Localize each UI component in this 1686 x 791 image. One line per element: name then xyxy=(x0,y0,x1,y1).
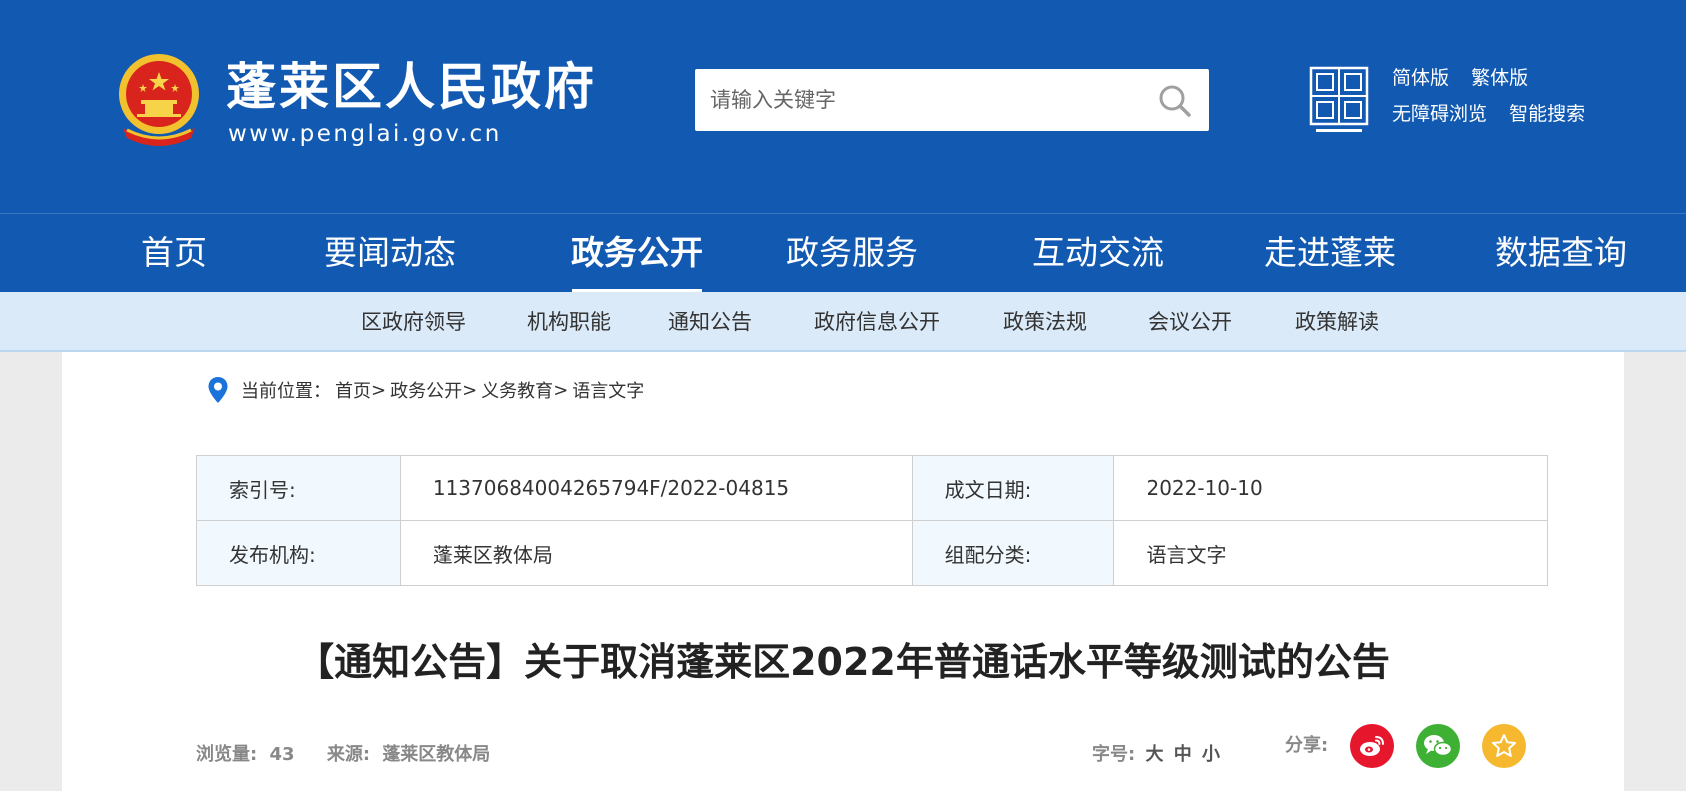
site-title: 蓬莱区人民政府 xyxy=(226,58,597,116)
subnav-item-policy-interpretation[interactable]: 政策解读 xyxy=(1295,292,1379,352)
date-label: 成文日期: xyxy=(911,455,1115,521)
table-row: 发布机构: 蓬莱区教体局 组配分类: 语言文字 xyxy=(196,520,1548,586)
nav-item-home[interactable]: 首页 xyxy=(74,214,274,293)
breadcrumb-home[interactable]: 首页 xyxy=(335,377,371,403)
font-size-medium-button[interactable]: 中 xyxy=(1174,744,1192,765)
accessibility-link[interactable]: 无障碍浏览 xyxy=(1392,103,1487,125)
share-label: 分享: xyxy=(1285,735,1329,756)
subnav-item-policies[interactable]: 政策法规 xyxy=(1003,292,1087,352)
yantai-china-seal-icon xyxy=(1309,66,1369,132)
breadcrumb-compulsory-education[interactable]: 义务教育 xyxy=(481,377,553,403)
font-size-small-button[interactable]: 小 xyxy=(1202,744,1220,765)
category-value: 语言文字 xyxy=(1113,520,1548,586)
breadcrumb-separator: > xyxy=(462,379,478,401)
nav-item-interaction[interactable]: 互动交流 xyxy=(998,214,1198,293)
source-label: 来源: xyxy=(326,744,371,765)
breadcrumb-separator: > xyxy=(371,379,387,401)
favorite-star-icon xyxy=(1492,734,1517,757)
subnav-item-functions[interactable]: 机构职能 xyxy=(527,292,611,352)
publisher-value: 蓬莱区教体局 xyxy=(399,520,913,586)
date-value: 2022-10-10 xyxy=(1113,455,1548,521)
location-pin-icon xyxy=(208,377,228,403)
subnav-item-notices[interactable]: 通知公告 xyxy=(668,292,752,352)
nav-item-label: 政务公开 xyxy=(571,233,703,272)
nav-item-data-query[interactable]: 数据查询 xyxy=(1461,214,1661,293)
breadcrumb-separator: > xyxy=(553,379,569,401)
site-url: www.penglai.gov.cn xyxy=(228,121,502,147)
font-size-control: 字号: 大 中 小 xyxy=(1092,740,1220,766)
search-input[interactable] xyxy=(695,69,1135,131)
favorite-button[interactable] xyxy=(1482,724,1527,768)
weibo-share-button[interactable] xyxy=(1350,724,1395,768)
nav-item-services[interactable]: 政务服务 xyxy=(752,214,952,293)
sub-nav: 区政府领导 机构职能 通知公告 政府信息公开 政策法规 会议公开 政策解读 xyxy=(0,292,1686,352)
article-stats: 浏览量: 43 来源: 蓬莱区教体局 xyxy=(196,740,496,766)
traditional-chinese-link[interactable]: 繁体版 xyxy=(1471,67,1528,89)
share-bar: 分享: xyxy=(1285,724,1548,768)
subnav-item-info-disclosure[interactable]: 政府信息公开 xyxy=(814,292,940,352)
breadcrumb-language[interactable]: 语言文字 xyxy=(572,377,644,403)
search-box xyxy=(695,69,1209,131)
breadcrumb-label: 当前位置： xyxy=(241,381,331,402)
font-size-large-button[interactable]: 大 xyxy=(1145,744,1163,765)
font-size-label: 字号: xyxy=(1092,744,1136,765)
site-header: 蓬莱区人民政府 www.penglai.gov.cn 简体版 繁体版 无障碍浏览… xyxy=(0,0,1686,213)
breadcrumb-government-affairs[interactable]: 政务公开 xyxy=(390,377,462,403)
national-emblem-icon xyxy=(119,54,199,146)
subnav-item-meetings[interactable]: 会议公开 xyxy=(1148,292,1232,352)
views-count: 43 xyxy=(269,744,295,765)
index-label: 索引号: xyxy=(196,455,401,521)
wechat-share-button[interactable] xyxy=(1416,724,1461,768)
table-row: 索引号: 11370684004265794F/2022-04815 成文日期:… xyxy=(196,455,1548,521)
views-label: 浏览量: xyxy=(196,744,258,765)
top-links: 简体版 繁体版 无障碍浏览 智能搜索 xyxy=(1392,60,1601,132)
nav-item-news[interactable]: 要闻动态 xyxy=(290,214,490,293)
breadcrumb: 当前位置： 首页 > 政务公开 > 义务教育 > 语言文字 xyxy=(207,375,644,405)
content-panel: 当前位置： 首页 > 政务公开 > 义务教育 > 语言文字 索引号: 11370684… xyxy=(62,352,1624,791)
publisher-label: 发布机构: xyxy=(196,520,401,586)
index-value: 11370684004265794F/2022-04815 xyxy=(399,455,913,521)
category-label: 组配分类: xyxy=(911,520,1115,586)
simplified-chinese-link[interactable]: 简体版 xyxy=(1392,67,1449,89)
document-meta-table: 索引号: 11370684004265794F/2022-04815 成文日期:… xyxy=(196,455,1548,586)
nav-item-government-affairs[interactable]: 政务公开 xyxy=(537,214,737,293)
main-nav: 首页 要闻动态 政务公开 政务服务 互动交流 走进蓬莱 数据查询 xyxy=(0,213,1686,293)
wechat-icon xyxy=(1424,735,1453,757)
source-value: 蓬莱区教体局 xyxy=(382,744,491,765)
weibo-icon xyxy=(1360,736,1385,756)
subnav-item-district-leaders[interactable]: 区政府领导 xyxy=(361,292,466,352)
smart-search-link[interactable]: 智能搜索 xyxy=(1509,103,1585,125)
search-icon[interactable] xyxy=(1155,81,1195,121)
nav-item-about-penglai[interactable]: 走进蓬莱 xyxy=(1230,214,1430,293)
article-title: 【通知公告】关于取消蓬莱区2022年普通话水平等级测试的公告 xyxy=(296,640,1390,684)
